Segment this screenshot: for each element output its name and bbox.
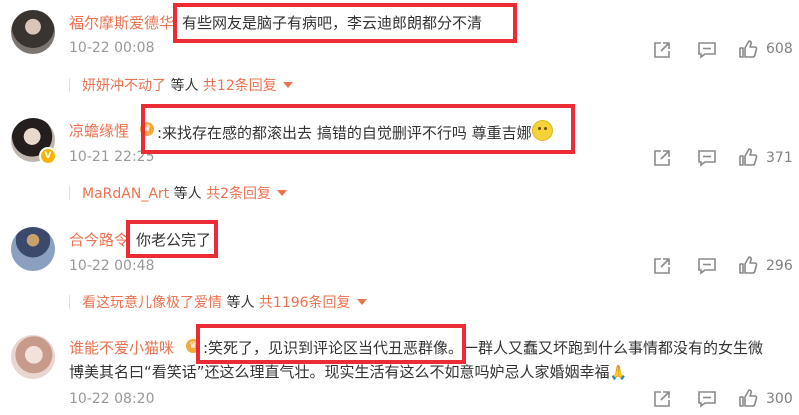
comment-button[interactable] [697,256,717,276]
like-button[interactable] [738,255,758,275]
comment-button[interactable] [697,389,717,409]
comment-username[interactable]: 谁能不爱小猫咪 [69,337,174,358]
reply-names[interactable]: 妍妍冲不动了 [82,78,166,94]
share-button[interactable] [652,389,672,409]
smile-emoji [531,120,553,141]
comment-button[interactable] [697,40,717,60]
avatar[interactable] [11,10,55,54]
like-count: 608 [766,41,793,57]
reply-others: 等人 [166,78,203,94]
like-button[interactable] [738,388,758,408]
like-icon [739,256,758,274]
share-button[interactable] [652,40,672,60]
comment-username[interactable]: 合今路令 [69,229,129,250]
share-icon [654,42,670,58]
share-icon [654,150,670,166]
like-icon [739,40,758,58]
comment-username[interactable]: 福尔摩斯爱德华 [69,12,174,33]
like-button[interactable] [738,39,758,59]
chevron-down-icon [356,299,367,305]
like-count: 300 [766,391,793,407]
avatar[interactable] [11,335,55,379]
comment-icon [698,150,716,167]
vip-badge-icon: ♛ [140,122,154,136]
share-icon [654,258,670,274]
avatar[interactable] [11,227,55,271]
comment-text: :来找存在感的都滚出去 搞错的自觉删评不行吗 尊重吉娜 [157,120,553,143]
comment-time: 10-21 22:25 [69,149,155,165]
reply-summary[interactable]: 妍妍冲不动了 等人 共12条回复 [69,75,293,95]
reply-count-link[interactable]: 共1196条回复 [259,295,351,311]
like-button[interactable] [738,147,758,167]
reply-divider [69,186,70,200]
comment-time: 10-22 08:20 [69,391,155,407]
reply-others: 等人 [169,186,207,202]
comment-text: 你老公完了 [136,231,212,249]
comment-icon [698,391,716,408]
vip-badge-icon: ♛ [186,339,200,353]
comment-button[interactable] [697,148,717,168]
reply-others: 等人 [222,295,259,311]
reply-names[interactable]: MaRdAN_Art [82,186,169,202]
share-button[interactable] [652,148,672,168]
pray-emoji: 🙏 [609,365,627,381]
comment-time: 10-22 00:08 [69,40,155,56]
like-icon [739,148,758,166]
chevron-down-icon [276,190,287,196]
chevron-down-icon [282,82,293,88]
reply-count-link[interactable]: 共12条回复 [203,78,277,94]
reply-names[interactable]: 看这玩意儿像极了爱情 [82,295,222,311]
reply-count-link[interactable]: 共2条回复 [206,186,271,202]
comment-icon [698,258,716,275]
reply-divider [69,78,70,92]
share-icon [654,391,670,407]
reply-summary[interactable]: 看这玩意儿像极了爱情 等人 共1196条回复 [69,292,367,312]
reply-divider [69,295,70,309]
comment-username[interactable]: 凉蟾缘惺 [69,120,129,141]
like-count: 296 [766,258,793,274]
reply-summary[interactable]: MaRdAN_Art 等人 共2条回复 [69,183,287,203]
comment-text: 有些网友是脑子有病吧，李云迪郎朗都分不清 [182,14,483,32]
comment-text: :笑死了，见识到评论区当代丑恶群像。一群人又蠢又坏跑到什么事情都没有的女生微 [203,339,764,357]
share-button[interactable] [652,256,672,276]
comment-time: 10-22 00:48 [69,258,155,274]
like-count: 371 [766,150,793,166]
verified-v-icon: V [39,147,57,165]
like-icon [739,389,758,407]
comment-text-continued: 博美其名曰“看笑话”还这么理直气壮。现实生活有这么不如意吗妒忌人家婚姻幸福🙏 [69,363,627,381]
comment-icon [698,42,716,59]
